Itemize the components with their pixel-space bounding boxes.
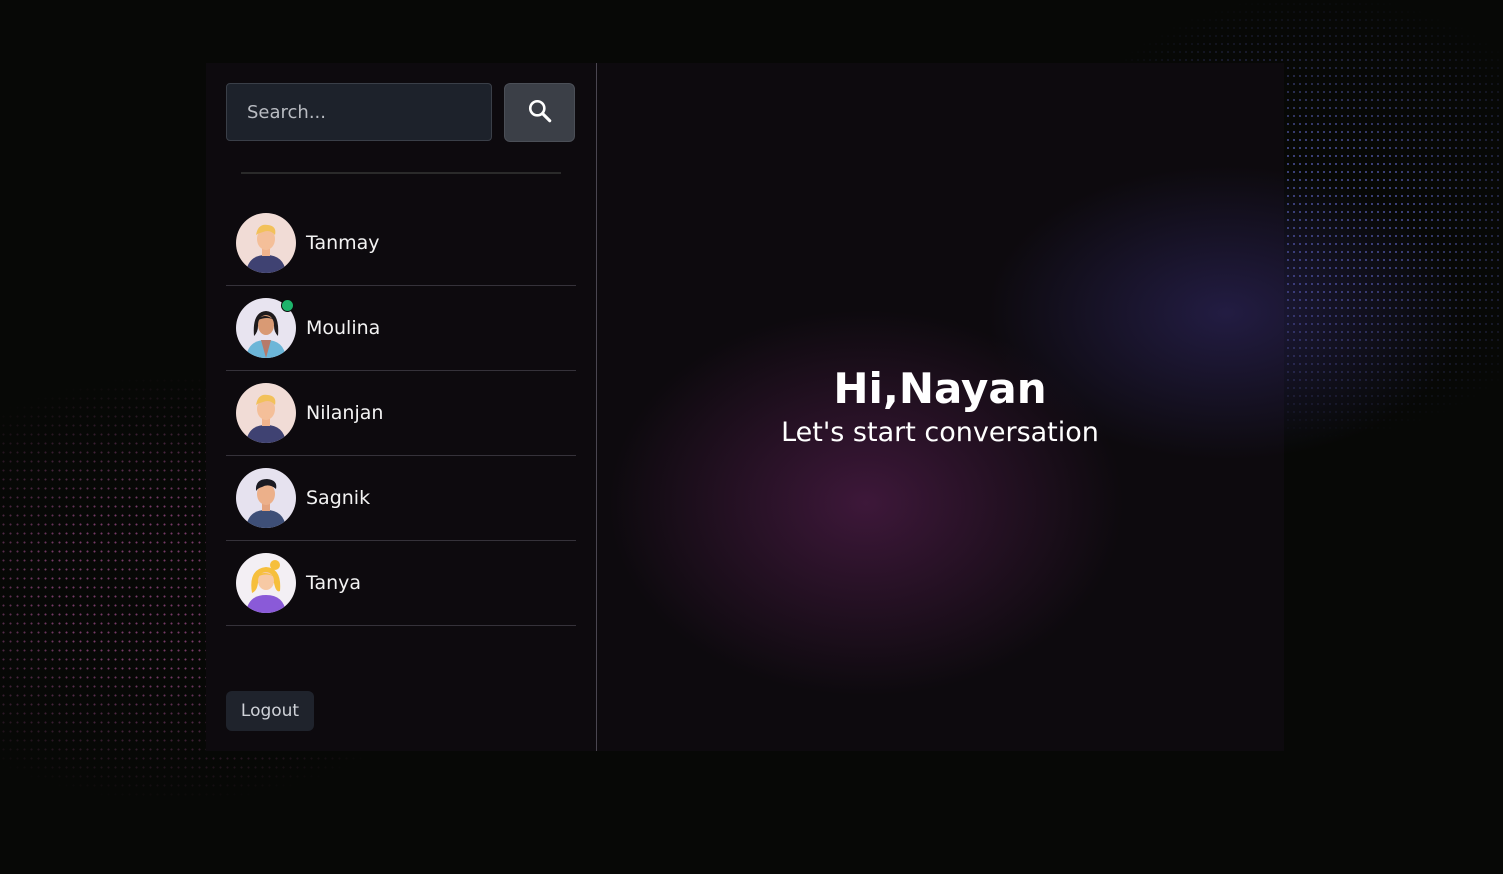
contact-name: Sagnik (306, 487, 371, 509)
avatar (236, 383, 296, 443)
contact-item-moulina[interactable]: Moulina (226, 286, 576, 371)
online-status-indicator (281, 299, 294, 312)
panel-divider (596, 63, 597, 751)
contact-name: Moulina (306, 317, 381, 339)
sidebar-divider (241, 172, 561, 174)
contact-name: Tanmay (306, 232, 380, 254)
contact-item-tanya[interactable]: Tanya (226, 541, 576, 626)
avatar (236, 213, 296, 273)
avatar (236, 553, 296, 613)
contact-item-tanmay[interactable]: Tanmay (226, 201, 576, 286)
contact-name: Tanya (306, 572, 362, 594)
contact-name: Nilanjan (306, 402, 384, 424)
search-icon (527, 98, 553, 128)
logout-button[interactable]: Logout (226, 691, 314, 731)
greeting-subtitle: Let's start conversation (781, 417, 1099, 448)
search-button[interactable] (504, 83, 575, 142)
welcome-message: Hi,Nayan Let's start conversation (640, 362, 1240, 450)
search-input[interactable] (226, 83, 492, 141)
contact-item-nilanjan[interactable]: Nilanjan (226, 371, 576, 456)
contact-list: Tanmay Moulina Nilanjan Sagnik Tanya (226, 201, 576, 626)
avatar (236, 468, 296, 528)
contact-item-sagnik[interactable]: Sagnik (226, 456, 576, 541)
greeting-title: Hi,Nayan (833, 364, 1047, 413)
